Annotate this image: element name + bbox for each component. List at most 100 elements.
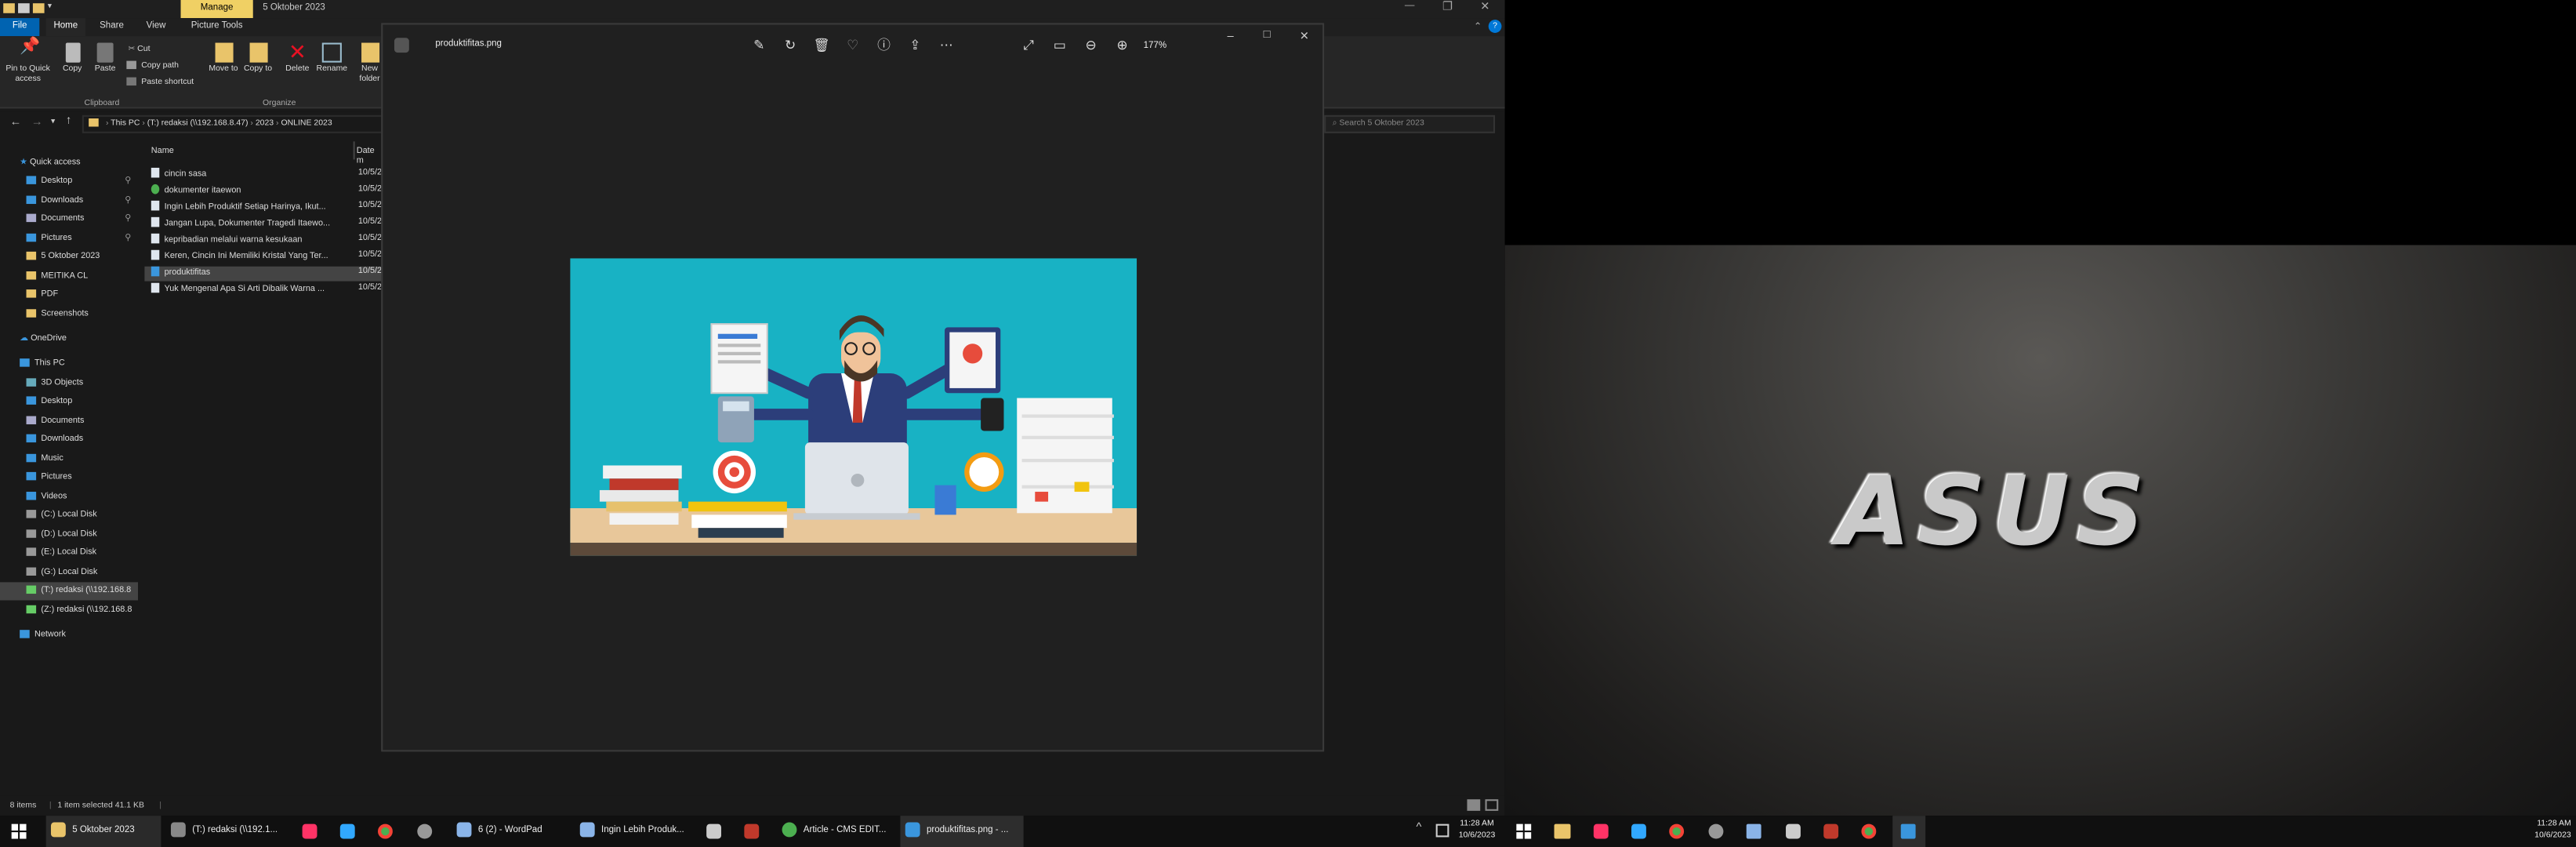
paste-button[interactable]: Paste [92,42,118,75]
taskbar-item-chrome-cms[interactable]: Article - CMS EDIT... [777,816,892,847]
restore-icon[interactable]: ❐ [1442,0,1453,13]
rename-button[interactable]: Rename [315,42,348,75]
breadcrumb-this-pc[interactable]: This PC [111,118,140,129]
wordpad-icon[interactable] [1746,823,1761,839]
new-folder-button[interactable]: New folder [358,42,381,84]
filezilla-icon[interactable] [744,823,760,839]
nav-downloads[interactable]: Downloads ⚲ [26,195,131,205]
up-arrow-icon[interactable]: ↑ [66,115,71,127]
file-row[interactable]: Yuk Mengenal Apa Si Arti Dibalik Warna .… [151,282,325,294]
folder-icon[interactable] [1554,823,1571,839]
file-row[interactable]: cincin sasa [151,167,206,180]
breadcrumb[interactable]: › This PC › (T:) redaksi (\\192.168.8.47… [82,115,385,133]
clock[interactable]: 11:28 AM 10/6/2023 [1454,819,1500,842]
file-row[interactable]: Jangan Lupa, Dokumenter Tragedi Itaewo..… [151,216,330,228]
app-icon[interactable] [1708,823,1724,839]
taskbar-item-photos[interactable]: produktifitas.png - ... [900,816,1024,847]
app-icon[interactable] [417,823,433,839]
nav-videos[interactable]: Videos [26,492,67,502]
app-icon[interactable] [1786,823,1801,839]
close-icon[interactable]: ✕ [1300,30,1309,43]
rotate-icon[interactable]: ↻ [782,38,799,54]
zoom-level[interactable]: 177% [1144,41,1167,51]
zoom-in-icon[interactable]: ⊕ [1114,38,1130,54]
tab-file[interactable]: File [0,18,40,37]
nav-pictures[interactable]: Pictures ⚲ [26,233,131,243]
manage-tab[interactable]: Manage [180,0,253,19]
fit-to-window-icon[interactable]: ▭ [1051,38,1068,54]
file-row[interactable]: Keren, Cincin Ini Memiliki Kristal Yang … [151,249,328,261]
start-button[interactable] [11,823,27,839]
qat-dropdown-icon[interactable]: ▾ [48,2,52,12]
nav-quick-access[interactable]: ★ Quick access [20,158,80,168]
nav-drive-c[interactable]: (C:) Local Disk [26,510,97,520]
forward-arrow-icon[interactable]: → [31,117,43,129]
nav-drive-t[interactable]: (T:) redaksi (\\192.168.8 [26,585,131,595]
taskbar-item-wordpad[interactable]: 6 (2) - WordPad [452,816,567,847]
details-view-icon[interactable] [1467,799,1481,811]
copy-button[interactable]: Copy [59,42,85,75]
nav-drive-g[interactable]: (G:) Local Disk [26,567,97,577]
nav-network[interactable]: Network [20,630,66,640]
help-icon[interactable]: ? [1488,20,1502,33]
chrome-icon[interactable] [378,823,393,839]
back-arrow-icon[interactable]: ← [10,117,22,129]
column-divider[interactable] [353,141,355,160]
tab-view[interactable]: View [136,18,176,36]
nav-onedrive[interactable]: ☁ OneDrive [20,334,67,344]
favorite-heart-icon[interactable]: ♡ [844,38,861,54]
displayed-image[interactable] [570,258,1137,556]
nav-pdf[interactable]: PDF [26,289,58,300]
taskbar-item-doc[interactable]: Ingin Lebih Produk... [575,816,693,847]
minimize-icon[interactable]: – [1227,31,1233,43]
filezilla-icon[interactable] [1823,823,1839,839]
close-icon[interactable]: ✕ [1480,0,1489,13]
large-icons-view-icon[interactable] [1485,799,1499,811]
network-status-icon[interactable] [1435,823,1449,838]
app-icon[interactable] [706,823,722,839]
pin-to-quick-access-button[interactable]: 📌 Pin to Quick access [3,38,53,84]
indesign-icon[interactable] [302,823,317,839]
share-icon[interactable]: ⇪ [907,38,923,54]
nav-pc-pictures[interactable]: Pictures [26,471,72,482]
photoshop-icon[interactable] [339,823,355,839]
nav-drive-d[interactable]: (D:) Local Disk [26,529,97,540]
maximize-icon[interactable]: □ [1264,30,1271,42]
indesign-icon[interactable] [1593,823,1609,839]
tab-home[interactable]: Home [45,18,85,37]
nav-pc-desktop[interactable]: Desktop [26,396,72,406]
new-folder-quick-icon[interactable] [32,3,45,13]
edit-image-icon[interactable]: ✎ [751,38,767,54]
nav-pc-downloads[interactable]: Downloads [26,434,84,444]
chevron-up-icon[interactable]: ^ [1416,823,1421,834]
nav-3d-objects[interactable]: 3D Objects [26,378,84,388]
search-box[interactable]: ⌕ Search 5 Oktober 2023 [1324,115,1496,133]
copy-to-button[interactable]: Copy to [243,42,273,75]
breadcrumb-2023[interactable]: 2023 [256,118,274,129]
paste-shortcut-button[interactable]: Paste shortcut [126,77,194,87]
info-icon[interactable]: ⓘ [876,38,892,54]
tab-picture-tools[interactable]: Picture Tools [184,18,250,36]
nav-meitika-cl[interactable]: MEITIKA CL [26,271,88,282]
nav-drive-z[interactable]: (Z:) redaksi (\\192.168.8 [26,605,132,615]
more-options-icon[interactable]: ⋯ [938,38,955,54]
file-row[interactable]: Ingin Lebih Produktif Setiap Harinya, Ik… [151,200,326,213]
chrome-icon[interactable] [1861,823,1877,839]
file-row[interactable]: produktifitas [151,266,210,278]
nav-5-oktober-2023[interactable]: 5 Oktober 2023 [26,251,100,261]
taskbar-item-drive-t[interactable]: (T:) redaksi (\\192.1... [166,816,289,847]
minimize-icon[interactable]: — [1405,2,1415,12]
nav-desktop[interactable]: Desktop ⚲ [26,176,131,186]
nav-documents[interactable]: Documents ⚲ [26,213,131,224]
zoom-out-icon[interactable]: ⊖ [1083,38,1099,54]
recent-locations-icon[interactable]: ▾ [51,117,55,127]
taskbar-item-explorer[interactable]: 5 Oktober 2023 [45,816,161,847]
column-header-date[interactable]: Date m [357,147,381,166]
properties-icon[interactable] [18,3,30,13]
delete-icon[interactable]: 🗑 [813,38,829,54]
move-to-button[interactable]: Move to [209,42,238,75]
nav-pc-documents[interactable]: Documents [26,416,85,426]
file-row[interactable]: kepribadian melalui warna kesukaan [151,233,302,245]
tab-share[interactable]: Share [92,18,131,36]
nav-music[interactable]: Music [26,453,63,463]
